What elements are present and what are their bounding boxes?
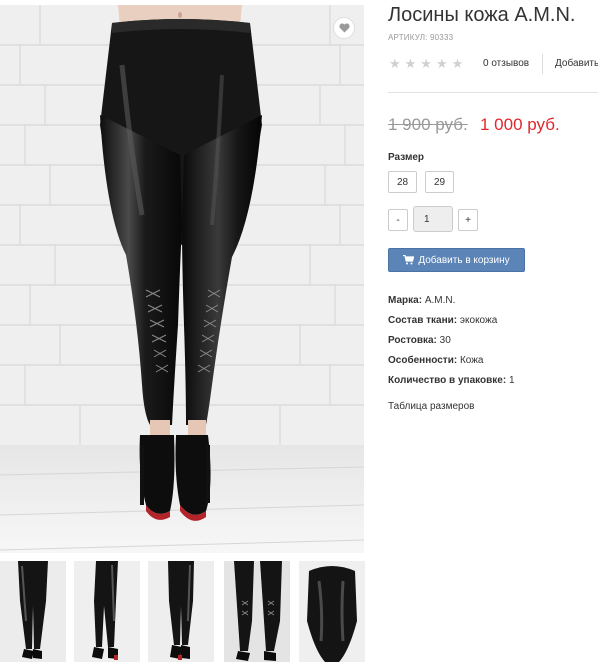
attribute-name: Ростовка:: [388, 335, 437, 346]
thumbnail-strip: [0, 561, 370, 662]
thumbnail-image: [299, 561, 365, 662]
thumbnail-image: [74, 561, 140, 662]
attribute-row: Ростовка: 30: [388, 334, 598, 354]
current-price: 1 000 руб.: [480, 115, 560, 134]
divider: [388, 92, 598, 93]
attribute-value: Кожа: [459, 355, 484, 366]
size-option-29[interactable]: 29: [425, 171, 454, 193]
attribute-row: Количество в упаковке: 1: [388, 374, 598, 394]
thumbnail-1[interactable]: [0, 561, 66, 662]
attribute-name: Количество в упаковке:: [388, 375, 507, 386]
attribute-row: Особенности: Кожа: [388, 354, 598, 374]
old-price: 1 900 руб.: [388, 115, 468, 134]
thumbnail-image: [148, 561, 214, 662]
size-option-28[interactable]: 28: [388, 171, 417, 193]
quantity-plus-button[interactable]: +: [458, 209, 478, 231]
divider: [542, 54, 543, 74]
attribute-value: экокожа: [459, 315, 498, 326]
attribute-name: Марка:: [388, 295, 423, 306]
product-attributes: Марка: A.M.N. Состав ткани: экокожа Рост…: [388, 294, 598, 394]
size-label: Размер: [388, 152, 425, 163]
product-info: Лосины кожа A.M.N. АРТИКУЛ: 90333 ★★★★★ …: [388, 0, 598, 662]
thumbnail-5[interactable]: [299, 561, 365, 662]
product-sku: АРТИКУЛ: 90333: [388, 33, 454, 42]
thumbnail-2[interactable]: [74, 561, 140, 662]
size-table-link[interactable]: Таблица размеров: [388, 401, 474, 412]
leggings-photo: [0, 5, 364, 553]
heart-icon: [338, 23, 350, 33]
thumbnail-3[interactable]: [148, 561, 214, 662]
thumbnail-4[interactable]: [224, 561, 290, 662]
attribute-value: A.M.N.: [424, 295, 456, 306]
rating-stars[interactable]: ★★★★★: [389, 56, 467, 72]
attribute-value: 1: [508, 375, 515, 386]
attribute-row: Марка: A.M.N.: [388, 294, 598, 314]
thumbnail-image: [224, 561, 290, 662]
reviews-link[interactable]: 0 отзывов: [483, 58, 529, 69]
add-to-cart-button[interactable]: Добавить в корзину: [388, 248, 525, 272]
product-title: Лосины кожа A.M.N.: [388, 4, 576, 26]
favorite-button[interactable]: [333, 17, 355, 39]
add-to-cart-label: Добавить в корзину: [418, 254, 510, 266]
attribute-name: Состав ткани:: [388, 315, 458, 326]
quantity-minus-button[interactable]: -: [388, 209, 408, 231]
attribute-value: 30: [439, 335, 451, 346]
attribute-name: Особенности:: [388, 355, 458, 366]
attribute-row: Состав ткани: экокожа: [388, 314, 598, 334]
thumbnail-image: [0, 561, 66, 662]
quantity-input[interactable]: [413, 206, 453, 232]
cart-icon: [403, 255, 415, 265]
add-review-link[interactable]: Добавить: [555, 58, 598, 69]
main-product-photo[interactable]: [0, 5, 364, 553]
